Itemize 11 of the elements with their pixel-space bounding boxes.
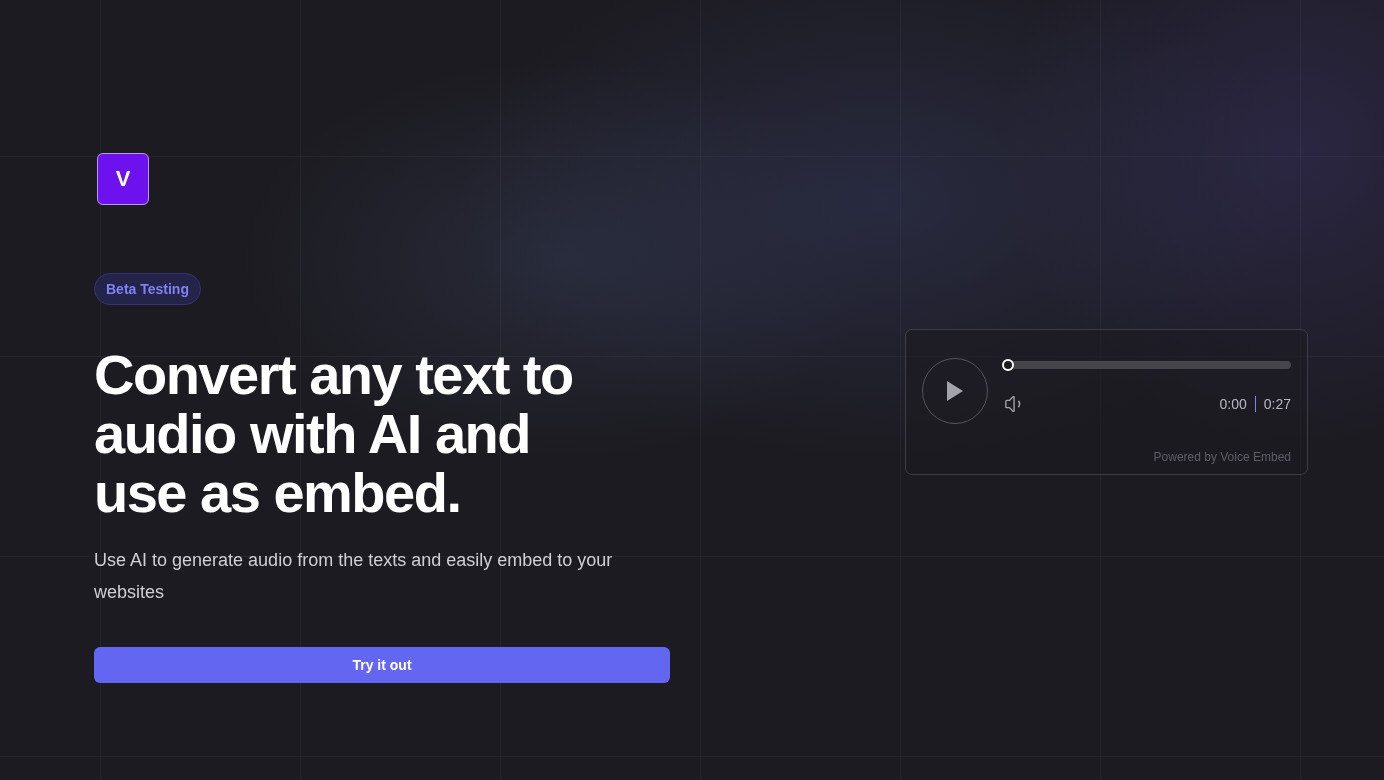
headline: Convert any text to audio with AI and use as embed. xyxy=(94,345,574,522)
duration: 0:27 xyxy=(1263,396,1291,412)
powered-by-credit: Powered by Voice Embed xyxy=(1153,450,1291,464)
progress-thumb[interactable] xyxy=(1002,359,1014,371)
logo: V xyxy=(97,153,149,205)
beta-badge: Beta Testing xyxy=(94,273,201,305)
play-icon xyxy=(946,380,964,402)
progress-slider[interactable] xyxy=(1004,359,1291,371)
try-it-out-button[interactable]: Try it out xyxy=(94,647,670,683)
current-time: 0:00 xyxy=(1219,396,1247,412)
subtitle: Use AI to generate audio from the texts and easily embed to your websites xyxy=(94,549,614,604)
